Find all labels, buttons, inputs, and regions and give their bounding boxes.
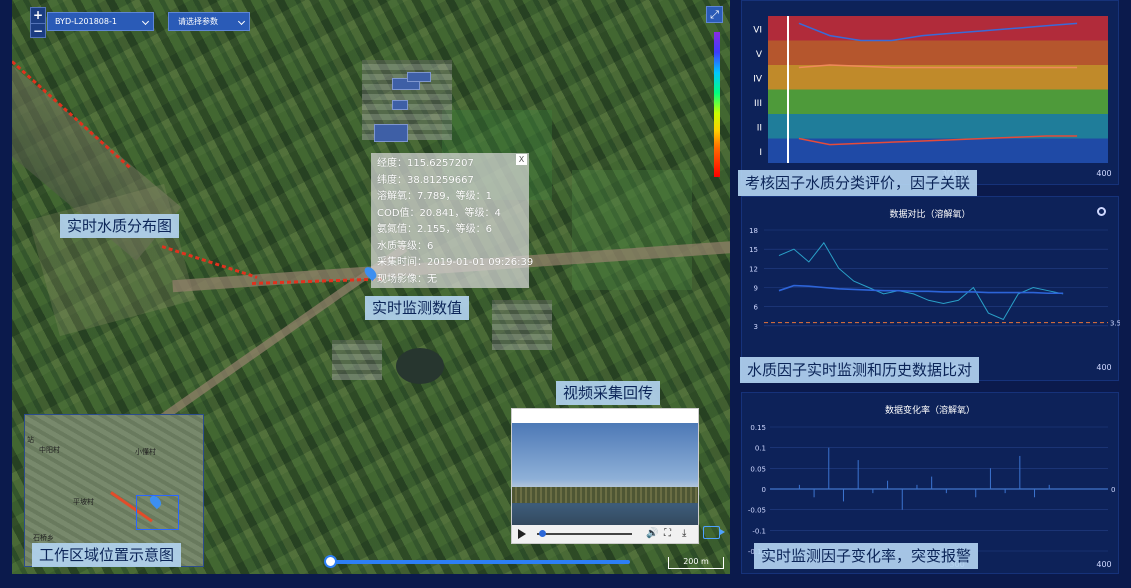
grade-label: III bbox=[754, 99, 762, 109]
zero-label: 0 bbox=[1111, 486, 1115, 494]
chevron-down-icon bbox=[237, 17, 246, 26]
app-root: + − BYD-L201808-1 请选择参数 ⤢ X 经度：115.62572… bbox=[0, 0, 1131, 588]
y-tick: 6 bbox=[754, 304, 759, 312]
parameter-select[interactable]: 请选择参数 bbox=[168, 12, 250, 31]
village-block bbox=[332, 340, 382, 380]
label-classification: 考核因子水质分类评价，因子关联 bbox=[738, 170, 978, 196]
fullscreen-icon[interactable]: ⛶ bbox=[664, 528, 671, 540]
settings-icon[interactable] bbox=[1097, 207, 1106, 216]
pond bbox=[396, 348, 444, 384]
y-tick: -0.1 bbox=[752, 527, 766, 535]
building bbox=[374, 124, 408, 142]
grade-band-1 bbox=[768, 16, 1108, 41]
popup-latitude: 纬度：38.81259667 bbox=[377, 174, 474, 186]
video-player[interactable]: 🔊 ⛶ ⤓ bbox=[511, 408, 699, 544]
threshold-label: 3.5 bbox=[1110, 320, 1120, 328]
zoom-control: + − bbox=[30, 7, 46, 38]
fullscreen-button[interactable]: ⤢ bbox=[706, 6, 723, 23]
y-tick: 3 bbox=[754, 323, 758, 331]
video-camera-icon[interactable] bbox=[703, 526, 725, 539]
popup-dissolved-oxygen: 溶解氧：7.789，等级：1 bbox=[377, 191, 492, 202]
video-frame bbox=[512, 423, 698, 525]
y-tick: 0 bbox=[762, 486, 766, 494]
zoom-out-button[interactable]: − bbox=[31, 23, 45, 38]
grade-label: V bbox=[756, 50, 763, 60]
y-tick: 12 bbox=[749, 265, 758, 273]
video-grass bbox=[512, 487, 698, 503]
video-progress-knob[interactable] bbox=[539, 530, 546, 537]
timeline-knob[interactable] bbox=[324, 555, 337, 568]
building bbox=[407, 72, 431, 82]
x-tick: 400 bbox=[1096, 560, 1111, 569]
grade-label: VI bbox=[753, 25, 762, 35]
label-monitor: 实时监测数值 bbox=[365, 296, 470, 320]
label-rate: 实时监测因子变化率，突变报警 bbox=[754, 543, 979, 569]
label-area: 工作区域位置示意图 bbox=[32, 543, 182, 567]
video-controls: 🔊 ⛶ ⤓ bbox=[512, 525, 698, 543]
label-video: 视频采集回传 bbox=[556, 381, 661, 405]
comparison-chart: 1815129633.5300400 bbox=[749, 227, 1121, 372]
grade-band-5 bbox=[768, 114, 1108, 139]
building bbox=[392, 100, 408, 110]
classification-chart: VIVIVIIIIII300400 bbox=[753, 16, 1112, 178]
zoom-in-button[interactable]: + bbox=[31, 8, 45, 23]
popup-ammonia: 氨氮值：2.155，等级：6 bbox=[377, 224, 492, 235]
popup-time: 采集时间：2019-01-01 09:26:39 bbox=[377, 257, 534, 268]
village-block bbox=[492, 300, 552, 350]
popup-close-button[interactable]: X bbox=[516, 154, 527, 165]
popup-image: 现场影像：无 bbox=[377, 273, 437, 285]
comparison-series-2 bbox=[778, 284, 1064, 295]
x-tick: 400 bbox=[1096, 363, 1111, 372]
monitor-popup: X 经度：115.6257207 纬度：38.81259667 溶解氧：7.78… bbox=[371, 153, 534, 288]
label-comparison: 水质因子实时监测和历史数据比对 bbox=[740, 357, 980, 383]
y-tick: 0.05 bbox=[750, 465, 766, 473]
scale-bar: 200 m bbox=[668, 557, 724, 569]
y-tick: 0.15 bbox=[750, 424, 766, 432]
y-tick: 0.1 bbox=[755, 445, 766, 453]
label-distribution: 实时水质分布图 bbox=[60, 214, 180, 238]
video-progress-bar[interactable] bbox=[537, 533, 632, 535]
minimap-place: 石桥乡 bbox=[33, 534, 54, 542]
device-select-value: BYD-L201808-1 bbox=[55, 17, 117, 26]
y-tick: -0.05 bbox=[748, 507, 766, 515]
farm-field bbox=[572, 170, 692, 290]
classification-panel: VIVIVIIIIII300400 bbox=[741, 0, 1119, 185]
grade-band-2 bbox=[768, 40, 1108, 65]
comparison-series-1 bbox=[778, 241, 1064, 321]
minimap-place: 小懂村 bbox=[135, 448, 156, 456]
color-legend-bar bbox=[714, 32, 720, 177]
minimap-place: 站 bbox=[27, 436, 34, 444]
popup-water-grade: 水质等级：6 bbox=[377, 240, 434, 252]
grade-band-4 bbox=[768, 89, 1108, 114]
grade-label: II bbox=[757, 123, 762, 133]
parameter-select-value: 请选择参数 bbox=[178, 17, 218, 26]
grade-label: IV bbox=[753, 74, 763, 84]
popup-cod: COD值：20.841，等级：4 bbox=[377, 207, 501, 219]
popup-longitude: 经度：115.6257207 bbox=[377, 158, 474, 169]
y-tick: 18 bbox=[749, 227, 758, 235]
farm-field bbox=[28, 183, 196, 337]
grade-band-3 bbox=[768, 65, 1108, 90]
timeline-slider[interactable] bbox=[324, 555, 630, 568]
rate-title: 数据变化率（溶解氧） bbox=[884, 406, 975, 416]
volume-icon[interactable]: 🔊 bbox=[646, 528, 658, 540]
x-tick: 400 bbox=[1096, 169, 1111, 178]
minimap-place: 平坡村 bbox=[73, 498, 94, 506]
grade-label: I bbox=[759, 148, 762, 158]
download-icon[interactable]: ⤓ bbox=[682, 528, 686, 540]
minimap-place: 中阳村 bbox=[39, 446, 60, 454]
y-tick: 9 bbox=[754, 285, 758, 293]
expand-icon: ⤢ bbox=[710, 8, 719, 21]
comparison-title: 数据对比（溶解氧） bbox=[889, 210, 971, 220]
comparison-panel: 数据对比（溶解氧） 1815129633.5300400 bbox=[741, 196, 1121, 381]
y-tick: 15 bbox=[749, 246, 758, 254]
device-select[interactable]: BYD-L201808-1 bbox=[47, 12, 154, 31]
chevron-down-icon bbox=[141, 17, 150, 26]
play-icon[interactable] bbox=[518, 529, 526, 539]
